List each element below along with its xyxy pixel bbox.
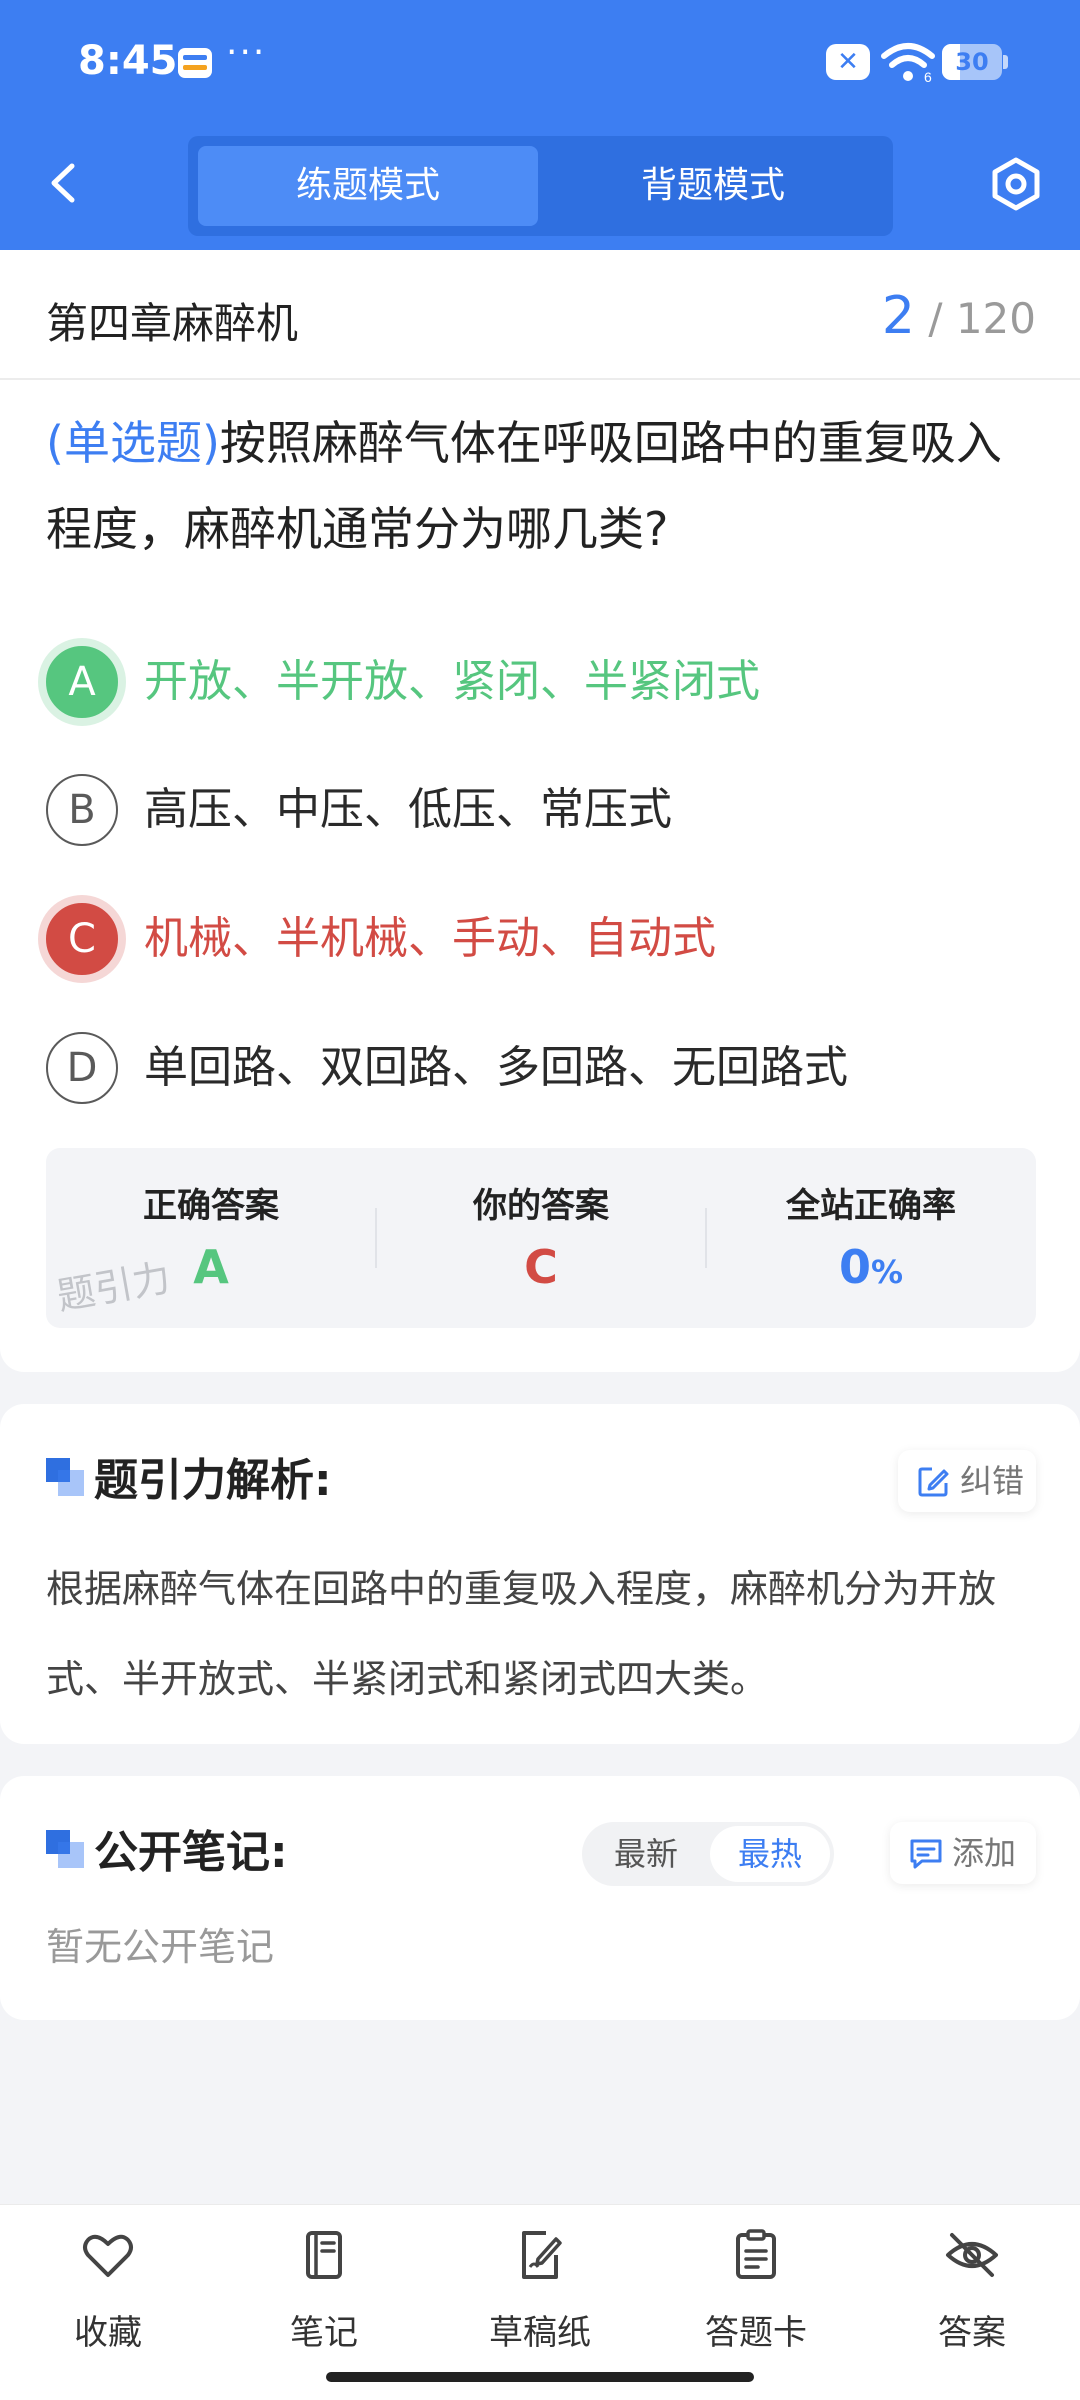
option-letter: D [46, 1032, 118, 1104]
divider [0, 378, 1080, 380]
option-a[interactable]: A 开放、半开放、紧闭、半紧闭式 [46, 642, 1036, 722]
more-notifications-icon: ··· [226, 32, 267, 73]
report-error-label: 纠错 [960, 1462, 1025, 1500]
answer-summary: 正确答案 A 你的答案 C 全站正确率 0% 题引力 [46, 1148, 1036, 1328]
wifi-icon: 6 [881, 43, 935, 84]
option-letter: C [46, 903, 118, 975]
your-answer-column: 你的答案 C [376, 1148, 706, 1328]
option-b[interactable]: B 高压、中压、低压、常压式 [46, 770, 1036, 850]
notes-label: 笔记 [290, 2313, 358, 2353]
battery-tip [1003, 55, 1008, 69]
tab-practice-mode[interactable]: 练题模式 [198, 146, 538, 226]
notes-card: 公开笔记: 最新 最热 添加 暂无公开笔记 [0, 1776, 1080, 2020]
option-c[interactable]: C 机械、半机械、手动、自动式 [46, 899, 1036, 979]
draft-paper-label: 草稿纸 [489, 2313, 591, 2353]
back-button[interactable] [40, 158, 90, 208]
favorite-button[interactable]: 收藏 [28, 2227, 188, 2357]
add-note-label: 添加 [952, 1834, 1017, 1872]
eye-off-icon [946, 2233, 998, 2277]
add-note-button[interactable]: 添加 [890, 1822, 1036, 1884]
accuracy-label: 全站正确率 [786, 1186, 956, 1226]
option-text: 高压、中压、低压、常压式 [144, 784, 672, 835]
accuracy-unit: % [870, 1253, 904, 1291]
sort-hottest[interactable]: 最热 [710, 1826, 830, 1882]
home-indicator[interactable] [326, 2372, 754, 2382]
report-error-button[interactable]: 纠错 [898, 1450, 1036, 1512]
option-d[interactable]: D 单回路、双回路、多回路、无回路式 [46, 1028, 1036, 1108]
answer-card-button[interactable]: 答题卡 [676, 2227, 836, 2357]
draft-paper-button[interactable]: 草稿纸 [460, 2227, 620, 2357]
accuracy-number: 0 [838, 1240, 871, 1294]
favorite-label: 收藏 [74, 2313, 142, 2353]
answer-card-label: 答题卡 [705, 2313, 807, 2353]
battery-icon: 30 [942, 44, 1002, 80]
wallet-app-icon [178, 48, 212, 78]
option-text: 开放、半开放、紧闭、半紧闭式 [144, 656, 760, 707]
svg-text:6: 6 [924, 69, 932, 84]
question-type: (单选题) [46, 416, 220, 470]
section-icon [46, 1458, 84, 1496]
top-header: 8:45 ··· ✕ 6 30 练题模式 背题模式 [0, 0, 1080, 250]
your-answer-label: 你的答案 [473, 1186, 609, 1226]
accuracy-column: 全站正确率 0% [706, 1148, 1036, 1328]
show-answer-label: 答案 [938, 2313, 1006, 2353]
comment-icon [910, 1839, 942, 1869]
chapter-title: 第四章麻醉机 [46, 299, 299, 348]
notebook-icon [306, 2231, 342, 2279]
notes-button[interactable]: 笔记 [244, 2227, 404, 2357]
mode-switch: 练题模式 背题模式 [188, 136, 893, 236]
section-icon [46, 1830, 84, 1868]
question-progress: 2 / 120 [882, 286, 1036, 346]
question-card: 第四章麻醉机 2 / 120 (单选题)按照麻醉气体在呼吸回路中的重复吸入程度，… [0, 250, 1080, 1372]
option-text: 单回路、双回路、多回路、无回路式 [144, 1042, 848, 1093]
analysis-title: 题引力解析: [94, 1455, 332, 1506]
draft-paper-icon [522, 2231, 562, 2279]
tab-memorize-mode[interactable]: 背题模式 [543, 146, 883, 226]
edit-icon [918, 1467, 949, 1497]
option-text: 机械、半机械、手动、自动式 [144, 913, 716, 964]
notes-sort-toggle: 最新 最热 [582, 1822, 834, 1886]
battery-level: 30 [955, 48, 989, 76]
sort-latest[interactable]: 最新 [586, 1826, 706, 1882]
notes-title: 公开笔记: [94, 1827, 288, 1878]
accuracy-value: 0% [706, 1240, 1036, 1294]
empty-notes-text: 暂无公开笔记 [46, 1925, 275, 1969]
settings-button[interactable] [988, 156, 1044, 212]
correct-answer-label: 正确答案 [143, 1186, 279, 1226]
your-answer-value: C [524, 1240, 558, 1294]
current-question-number: 2 [881, 286, 915, 346]
status-time: 8:45 [78, 38, 178, 84]
option-letter: A [46, 646, 118, 718]
answer-card-icon [736, 2229, 776, 2279]
analysis-text: 根据麻醉气体在回路中的重复吸入程度，麻醉机分为开放式、半开放式、半紧闭式和紧闭式… [46, 1567, 997, 1701]
close-notification-icon: ✕ [826, 44, 870, 80]
total-questions: / 120 [928, 294, 1036, 343]
heart-icon [83, 2234, 133, 2277]
option-letter: B [46, 774, 118, 846]
bottom-toolbar: 收藏 笔记 草稿纸 答题卡 答案 [0, 2204, 1080, 2400]
show-answer-button[interactable]: 答案 [892, 2227, 1052, 2357]
question-text: (单选题)按照麻醉气体在呼吸回路中的重复吸入程度，麻醉机通常分为哪几类? [46, 400, 1036, 572]
analysis-card: 题引力解析: 纠错 根据麻醉气体在回路中的重复吸入程度，麻醉机分为开放式、半开放… [0, 1404, 1080, 1744]
